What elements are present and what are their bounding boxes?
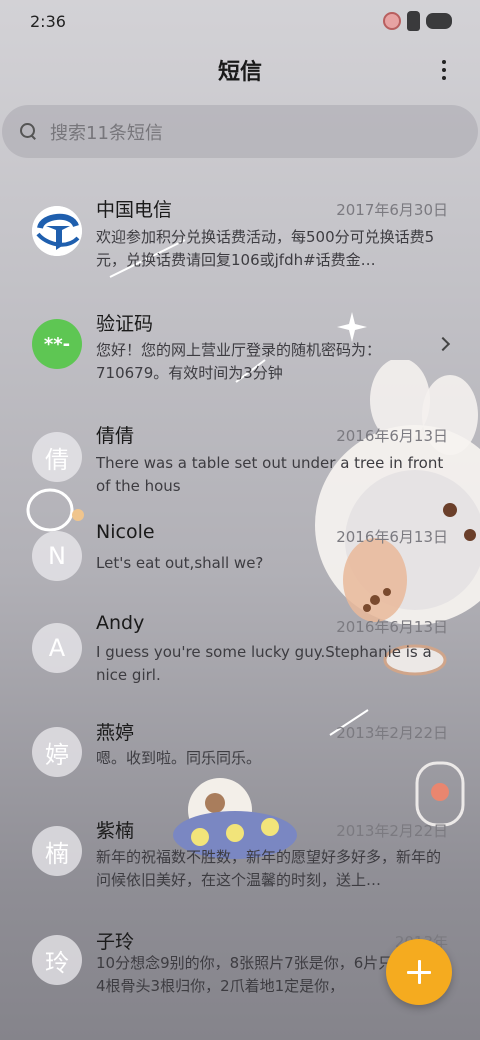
message-date: 2016年6月13日 bbox=[336, 528, 448, 546]
search-input[interactable]: 搜索11条短信 bbox=[2, 105, 478, 158]
contact-name: Andy bbox=[96, 612, 145, 634]
status-icons bbox=[383, 11, 452, 31]
contact-name: 紫楠 bbox=[96, 820, 135, 842]
list-item[interactable]: N Nicole 2016年6月13日 Let's eat out,shall … bbox=[0, 521, 480, 615]
conversation-list: 中国电信 2017年6月30日 欢迎参加积分兑换话费活动，每500分可兑换话费5… bbox=[0, 186, 480, 1030]
message-date: 2017年6月30日 bbox=[336, 201, 448, 219]
contact-name: 中国电信 bbox=[96, 199, 173, 221]
contact-name: 验证码 bbox=[96, 313, 154, 335]
message-preview: 您好！您的网上营业厅登录的随机密码为：710679。有效时间为3分钟 bbox=[96, 341, 382, 382]
contact-avatar: 楠 bbox=[32, 826, 82, 876]
app-bar: 短信 bbox=[0, 48, 480, 92]
message-date: 2013年2月22日 bbox=[336, 822, 448, 840]
chevron-right-icon[interactable] bbox=[435, 336, 451, 352]
telecom-logo-icon bbox=[32, 206, 82, 256]
message-preview: Let's eat out,shall we? bbox=[96, 554, 264, 572]
telecom-logo-svg bbox=[32, 206, 82, 256]
list-item[interactable]: 倩 倩倩 2016年6月13日 There was a table set ou… bbox=[0, 412, 480, 525]
message-preview: 新年的祝福数不胜数，新年的愿望好多好多，新年的问候依旧美好，在这个温馨的时刻，送… bbox=[96, 848, 442, 889]
more-vert-icon[interactable] bbox=[434, 56, 454, 84]
message-preview: I guess you're some lucky guy.Stephanie … bbox=[96, 643, 432, 684]
compose-button[interactable] bbox=[386, 939, 452, 1005]
status-time: 2:36 bbox=[30, 11, 66, 31]
list-item[interactable]: **- 验证码 您好！您的网上营业厅登录的随机密码为：710679。有效时间为3… bbox=[0, 299, 480, 412]
doll-icon bbox=[383, 12, 401, 30]
contact-avatar: N bbox=[32, 531, 82, 581]
message-date: 2016年6月13日 bbox=[336, 427, 448, 445]
list-item[interactable]: 中国电信 2017年6月30日 欢迎参加积分兑换话费活动，每500分可兑换话费5… bbox=[0, 186, 480, 299]
list-item[interactable]: 婷 燕婷 2013年2月22日 嗯。收到啦。同乐同乐。 bbox=[0, 722, 480, 818]
contact-name: Nicole bbox=[96, 521, 155, 543]
search-placeholder: 搜索11条短信 bbox=[50, 122, 163, 144]
list-item[interactable]: A Andy 2016年6月13日 I guess you're some lu… bbox=[0, 612, 480, 727]
contact-avatar: 玲 bbox=[32, 935, 82, 985]
contact-name: 子玲 bbox=[96, 931, 135, 953]
contact-avatar: 倩 bbox=[32, 432, 82, 482]
list-item[interactable]: 楠 紫楠 2013年2月22日 新年的祝福数不胜数，新年的愿望好多好多，新年的问… bbox=[0, 818, 480, 930]
message-date: 2013年2月22日 bbox=[336, 724, 448, 742]
message-preview: 欢迎参加积分兑换话费活动，每500分可兑换话费5元，兑换话费请回复106或jfd… bbox=[96, 228, 435, 269]
message-date: 2016年6月13日 bbox=[336, 618, 448, 636]
battery-icon bbox=[426, 13, 452, 29]
contact-name: 燕婷 bbox=[96, 722, 135, 744]
message-preview: There was a table set out under a tree i… bbox=[96, 454, 444, 495]
page-title: 短信 bbox=[217, 60, 262, 85]
contact-avatar: A bbox=[32, 623, 82, 673]
verification-avatar: **- bbox=[32, 319, 82, 369]
search-icon bbox=[20, 122, 38, 141]
bottle-icon bbox=[407, 11, 420, 31]
contact-avatar: 婷 bbox=[32, 727, 82, 777]
status-bar: 2:36 bbox=[0, 0, 480, 42]
contact-name: 倩倩 bbox=[96, 425, 135, 447]
message-preview: 嗯。收到啦。同乐同乐。 bbox=[96, 749, 262, 767]
